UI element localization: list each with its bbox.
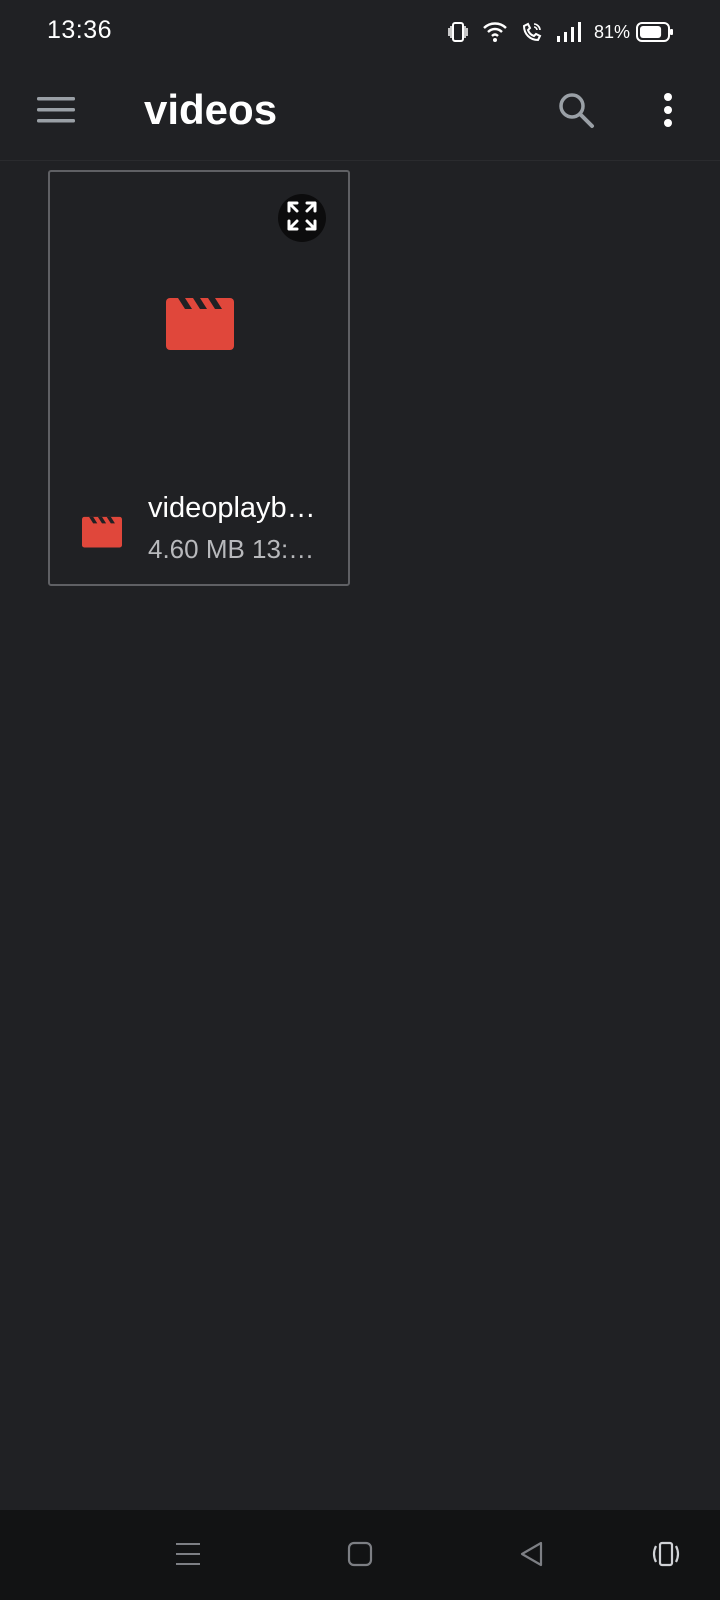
battery-icon [636,21,674,43]
video-clapper-icon [166,294,234,355]
file-info: videoplayb… 4.60 MB 13:… [50,492,348,576]
more-options-button[interactable] [640,84,696,140]
status-icons: 81% [446,18,674,46]
page-title: videos [144,86,278,133]
video-file-icon [82,514,122,553]
file-card[interactable]: videoplayb… 4.60 MB 13:… [48,170,350,586]
vibrate-icon [446,20,470,44]
status-bar: 13:36 81% [0,0,720,64]
status-time: 13:36 [47,16,113,44]
recents-icon [174,1541,202,1572]
file-name: videoplayb… [148,492,316,524]
fullscreen-icon [286,200,318,237]
home-icon [347,1541,373,1572]
app-bar: videos [0,64,720,161]
search-icon [557,91,595,134]
more-vert-icon [663,92,673,132]
navigation-bar [0,1510,720,1600]
expand-preview-button[interactable] [278,194,326,242]
signal-icon [556,21,582,43]
rotate-icon [650,1540,682,1573]
menu-button[interactable] [26,84,86,140]
wifi-calling-icon [520,20,544,44]
back-button[interactable] [510,1534,554,1578]
search-button[interactable] [548,84,604,140]
menu-icon [37,96,75,129]
file-meta: 4.60 MB 13:… [148,534,315,564]
wifi-icon [482,20,508,44]
recents-button[interactable] [166,1534,210,1578]
back-icon [519,1541,545,1572]
rotate-button[interactable] [644,1534,688,1578]
home-button[interactable] [338,1534,382,1578]
battery-percent: 81% [593,21,630,42]
